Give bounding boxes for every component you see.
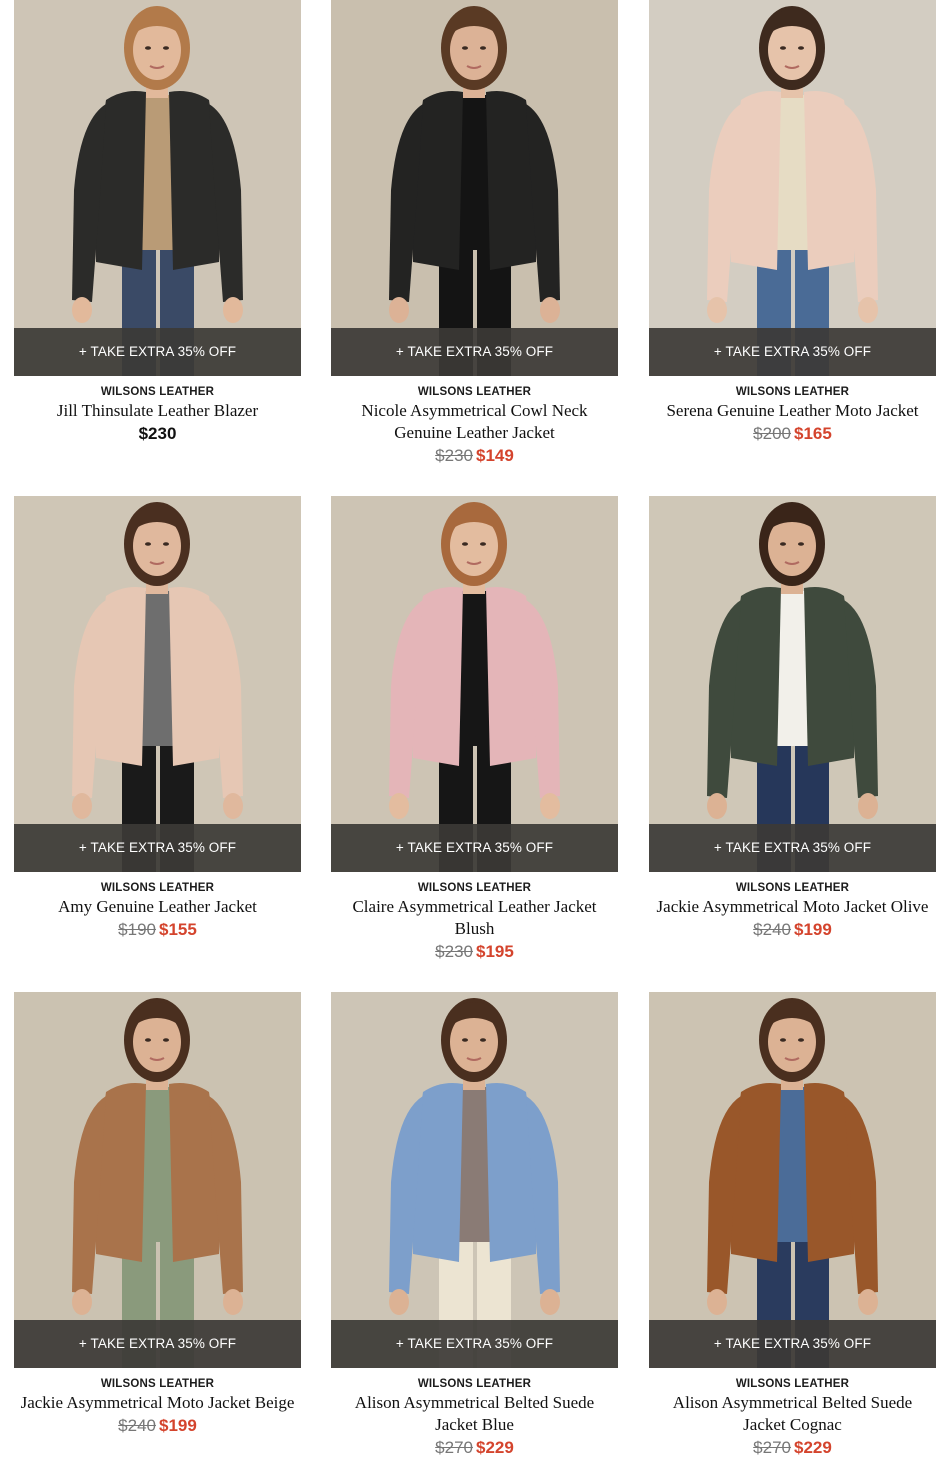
promo-banner[interactable]: + TAKE EXTRA 35% OFF <box>14 1320 301 1368</box>
product-info: WILSONS LEATHER Jackie Asymmetrical Moto … <box>649 880 936 941</box>
sale-price: $229 <box>794 1438 832 1457</box>
product-grid: + TAKE EXTRA 35% OFF WILSONS LEATHER Jill … <box>0 0 943 1468</box>
promo-banner[interactable]: + TAKE EXTRA 35% OFF <box>14 824 301 872</box>
product-info: WILSONS LEATHER Serena Genuine Leather Mo… <box>649 384 936 445</box>
product-image[interactable] <box>14 0 301 376</box>
price-row: $270 $229 <box>331 1437 618 1459</box>
product-name-link[interactable]: Serena Genuine Leather Moto Jacket <box>649 400 936 422</box>
promo-banner[interactable]: + TAKE EXTRA 35% OFF <box>649 824 936 872</box>
original-price: $190 <box>118 920 156 939</box>
product-info: WILSONS LEATHER Alison Asymmetrical Belte… <box>331 1376 618 1459</box>
product-name-link[interactable]: Jackie Asymmetrical Moto Jacket Olive <box>649 896 936 918</box>
original-price: $240 <box>753 920 791 939</box>
brand-label: WILSONS LEATHER <box>100 882 215 894</box>
product-info: WILSONS LEATHER Amy Genuine Leather Jacke… <box>14 880 301 941</box>
promo-banner[interactable]: + TAKE EXTRA 35% OFF <box>331 328 618 376</box>
product-name-link[interactable]: Claire Asymmetrical Leather Jacket Blush <box>331 896 618 940</box>
product-info: WILSONS LEATHER Nicole Asymmetrical Cowl … <box>331 384 618 467</box>
product-name-link[interactable]: Nicole Asymmetrical Cowl Neck Genuine Le… <box>331 400 618 444</box>
original-price: $230 <box>435 446 473 465</box>
brand-label: WILSONS LEATHER <box>417 882 532 894</box>
original-price: $230 <box>435 942 473 961</box>
product-name-link[interactable]: Jackie Asymmetrical Moto Jacket Beige <box>14 1392 301 1414</box>
original-price: $270 <box>435 1438 473 1457</box>
price-row: $230 $149 <box>331 445 618 467</box>
product-name-link[interactable]: Amy Genuine Leather Jacket <box>14 896 301 918</box>
price-row: $230 $195 <box>331 941 618 963</box>
product-image[interactable] <box>331 496 618 872</box>
product-image[interactable] <box>649 992 936 1368</box>
sale-price: $195 <box>476 942 514 961</box>
brand-label: WILSONS LEATHER <box>735 386 850 398</box>
promo-banner[interactable]: + TAKE EXTRA 35% OFF <box>14 328 301 376</box>
price-row: $190 $155 <box>14 919 301 941</box>
original-price: $200 <box>753 424 791 443</box>
brand-label: WILSONS LEATHER <box>417 1378 532 1390</box>
product-name-link[interactable]: Jill Thinsulate Leather Blazer <box>14 400 301 422</box>
product-info: WILSONS LEATHER Jill Thinsulate Leather B… <box>14 384 301 445</box>
product-name-link[interactable]: Alison Asymmetrical Belted Suede Jacket … <box>331 1392 618 1436</box>
product-name-link[interactable]: Alison Asymmetrical Belted Suede Jacket … <box>649 1392 936 1436</box>
product-image[interactable] <box>331 0 618 376</box>
product-info: WILSONS LEATHER Jackie Asymmetrical Moto … <box>14 1376 301 1437</box>
original-price: $240 <box>118 1416 156 1435</box>
price-row: $270 $229 <box>649 1437 936 1459</box>
product-image[interactable] <box>649 0 936 376</box>
price-row: $240 $199 <box>14 1415 301 1437</box>
product-info: WILSONS LEATHER Claire Asymmetrical Leath… <box>331 880 618 963</box>
promo-banner[interactable]: + TAKE EXTRA 35% OFF <box>331 1320 618 1368</box>
price-row: $230 <box>14 423 301 445</box>
promo-banner[interactable]: + TAKE EXTRA 35% OFF <box>649 328 936 376</box>
brand-label: WILSONS LEATHER <box>735 882 850 894</box>
sale-price: $165 <box>794 424 832 443</box>
brand-label: WILSONS LEATHER <box>417 386 532 398</box>
sale-price: $155 <box>159 920 197 939</box>
sale-price: $199 <box>159 1416 197 1435</box>
price-row: $200 $165 <box>649 423 936 445</box>
product-info: WILSONS LEATHER Alison Asymmetrical Belte… <box>649 1376 936 1459</box>
brand-label: WILSONS LEATHER <box>735 1378 850 1390</box>
sale-price: $229 <box>476 1438 514 1457</box>
sale-price: $199 <box>794 920 832 939</box>
brand-label: WILSONS LEATHER <box>100 1378 215 1390</box>
brand-label: WILSONS LEATHER <box>100 386 215 398</box>
product-image[interactable] <box>14 992 301 1368</box>
promo-banner[interactable]: + TAKE EXTRA 35% OFF <box>649 1320 936 1368</box>
promo-banner[interactable]: + TAKE EXTRA 35% OFF <box>331 824 618 872</box>
price-row: $240 $199 <box>649 919 936 941</box>
regular-price: $230 <box>138 424 177 443</box>
product-image[interactable] <box>14 496 301 872</box>
product-image[interactable] <box>649 496 936 872</box>
product-image[interactable] <box>331 992 618 1368</box>
sale-price: $149 <box>476 446 514 465</box>
original-price: $270 <box>753 1438 791 1457</box>
